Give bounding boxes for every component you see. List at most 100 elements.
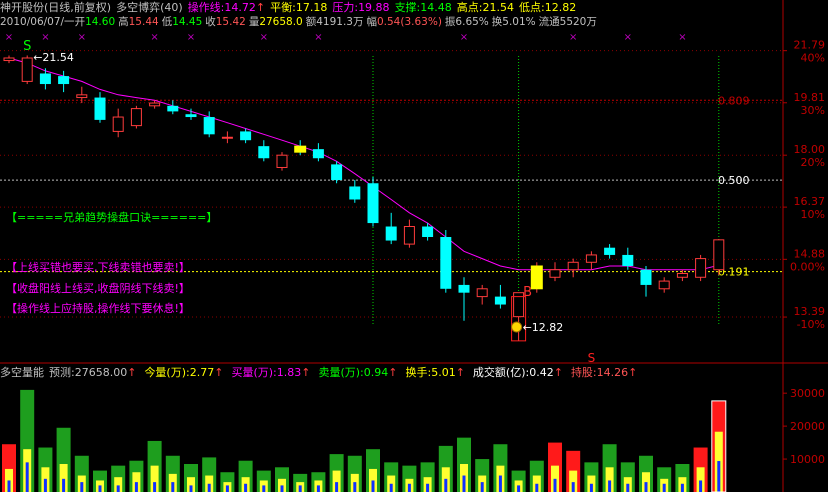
volume-axis-label: 10000 [790, 453, 825, 466]
volume-sell-bar [134, 482, 138, 492]
candle-body-up [276, 154, 288, 168]
candle-body-down [349, 186, 361, 200]
candle-body-up [149, 102, 161, 107]
strategy-slogan: 【=====兄弟趋势操盘口诀======】 [6, 210, 217, 224]
signal-candle [294, 145, 307, 153]
axis-price-label: 16.37 [794, 195, 826, 208]
volume-sell-bar [171, 482, 175, 492]
signal-candle [530, 265, 543, 290]
up-arrow-icon: ↑ [388, 366, 398, 379]
axis-pct-label: 10% [801, 208, 825, 221]
volume-sell-bar [426, 483, 430, 492]
strategy-slogan: 【收盘阳线上线买,收盘阴线下线卖!】 [6, 281, 190, 295]
candle-body-down [622, 254, 634, 266]
volume-sell-bar [80, 482, 84, 492]
candle-body-down [258, 146, 270, 159]
volume-sell-bar [498, 475, 502, 492]
volume-sell-bar [353, 482, 357, 492]
volume-sell-bar [280, 485, 284, 492]
candle-body-down [440, 237, 452, 289]
volume-sell-bar [608, 480, 612, 492]
volume-sell-bar [517, 485, 521, 492]
volume-sell-bar [244, 483, 248, 492]
low-price-label: ←12.82 [523, 321, 564, 334]
volume-label: 成交额(亿): [472, 366, 530, 379]
up-arrow-icon: ↑ [127, 366, 137, 379]
cycle-marker: × [41, 32, 49, 43]
volume-sell-bar [480, 482, 484, 492]
volume-sell-bar [225, 485, 229, 492]
candle-body-down [185, 114, 197, 118]
volume-value: 0.42 [529, 366, 554, 379]
volume-sell-bar [717, 461, 721, 492]
axis-price-label: 21.79 [794, 39, 826, 52]
volume-sell-bar [462, 475, 466, 492]
candle-body-down [94, 97, 106, 120]
volume-sell-bar [25, 462, 29, 492]
volume-label: 持股: [570, 366, 597, 379]
candle-body-up [76, 94, 88, 99]
candle-body-up [112, 116, 124, 132]
candle-body-up [676, 272, 688, 278]
candle-body-down [458, 284, 470, 293]
candle-body-up [567, 261, 579, 271]
volume-sell-bar [389, 483, 393, 492]
volume-sell-bar [644, 482, 648, 492]
candle-body-down [640, 269, 652, 285]
strategy-slogan: 【上线买错也要买,下线卖错也要卖!】 [6, 260, 190, 274]
candle-body-up [476, 288, 488, 298]
cycle-marker: × [460, 32, 468, 43]
axis-price-label: 13.39 [794, 305, 826, 318]
sell-signal-marker: S [23, 39, 31, 54]
high-price-label: ←21.54 [33, 51, 74, 64]
volume-sell-bar [153, 482, 157, 492]
candle-body-up [403, 226, 415, 245]
up-arrow-icon: ↑ [301, 366, 311, 379]
cycle-marker: × [314, 32, 322, 43]
candle-body-up [130, 108, 142, 127]
candle-body-down [422, 226, 434, 238]
cycle-marker: × [150, 32, 158, 43]
volume-label: 今量(万): [144, 366, 190, 379]
candle-body-up [549, 269, 561, 278]
volume-sell-bar [553, 478, 557, 492]
axis-pct-label: -10% [797, 318, 825, 331]
cycle-marker: × [569, 32, 577, 43]
axis-price-label: 19.81 [794, 91, 826, 104]
kline-chart[interactable]: 21.7940% 19.8130% 18.0020% 16.3710% 14.880.0… [0, 0, 828, 492]
axis-pct-label: 20% [801, 156, 825, 169]
volume-sell-bar [62, 478, 66, 492]
candle-body-down [312, 149, 324, 159]
up-arrow-icon: ↑ [553, 366, 563, 379]
volume-sell-bar [7, 480, 11, 492]
candle-body-up [585, 254, 597, 263]
volume-sell-bar [589, 483, 593, 492]
cycle-marker: × [5, 32, 13, 43]
volume-sell-bar [699, 480, 703, 492]
candle-body-up [3, 57, 15, 62]
axis-pct-label: 40% [801, 52, 825, 65]
buy-signal-marker: B [523, 285, 532, 300]
strategy-slogan: 【操作线上应持股,操作线下要休息!】 [6, 301, 190, 315]
volume-value: 5.01 [431, 366, 456, 379]
volume-sell-bar [116, 485, 120, 492]
volume-values: 预测:27658.00↑ 今量(万):2.77↑ 买量(万):1.83↑ 卖量(万):… [49, 366, 645, 379]
volume-label: 卖量(万): [318, 366, 364, 379]
volume-sell-bar [571, 482, 575, 492]
volume-label: 买量(万): [231, 366, 277, 379]
volume-value: 0.94 [363, 366, 389, 379]
volume-sell-bar [680, 483, 684, 492]
volume-axis-label: 20000 [790, 420, 825, 433]
volume-sell-bar [662, 483, 666, 492]
volume-sell-bar [335, 482, 339, 492]
cycle-marker: × [78, 32, 86, 43]
volume-value: 27658.00 [74, 366, 128, 379]
candle-body-down [58, 76, 70, 85]
volume-sell-bar [189, 485, 193, 492]
volume-axis-label: 30000 [790, 387, 825, 400]
volume-value: 2.77 [189, 366, 215, 379]
fib-level-label: 0.500 [718, 174, 750, 187]
candle-body-down [39, 73, 51, 85]
cycle-marker: × [624, 32, 632, 43]
candle-body-down [240, 131, 252, 141]
